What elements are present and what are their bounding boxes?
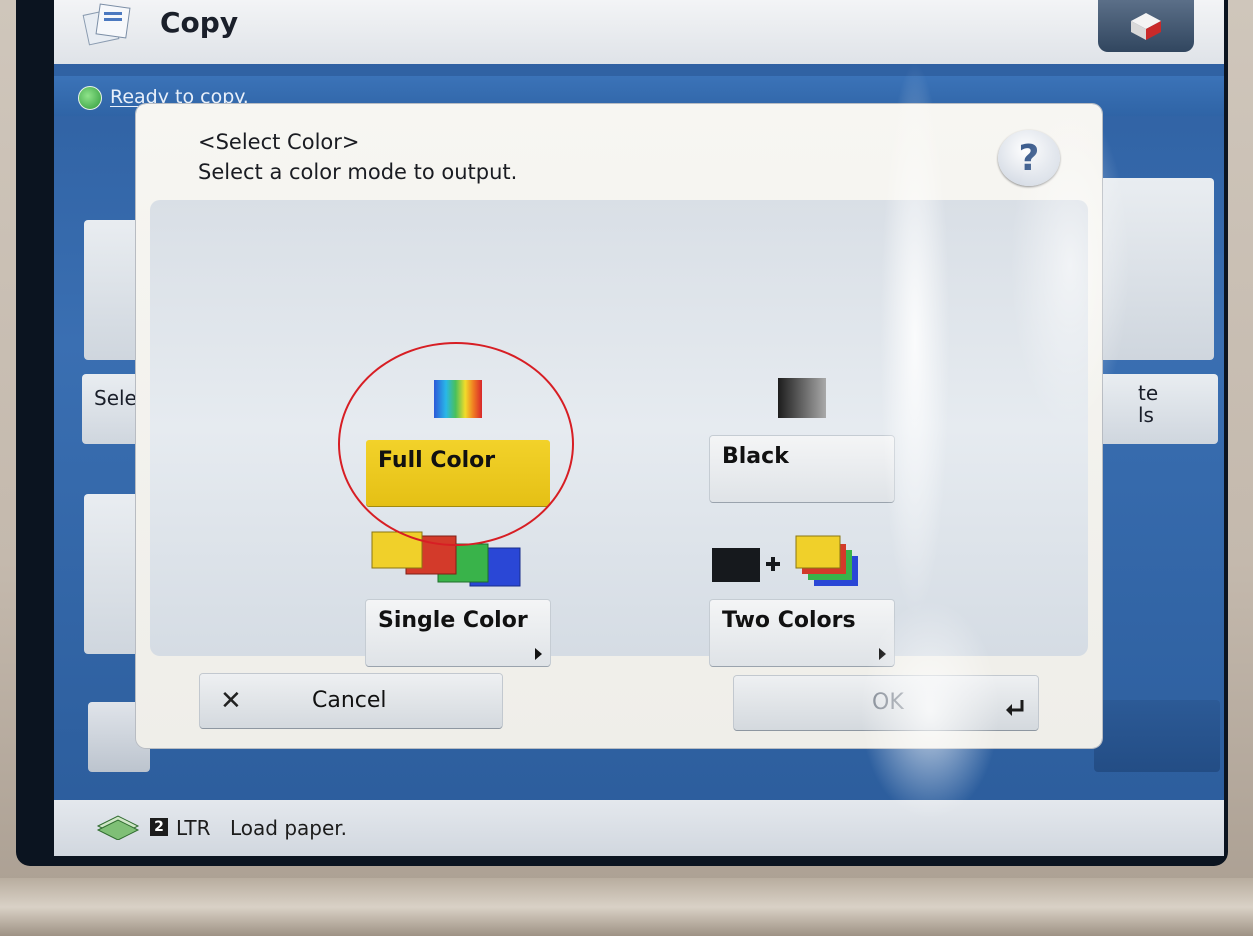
ok-button[interactable]: OK <box>734 676 1038 730</box>
paper-message: Load paper. <box>230 816 348 840</box>
close-icon: ✕ <box>220 686 242 716</box>
ok-label: OK <box>872 690 904 715</box>
black-gradient-icon <box>778 378 826 418</box>
background-panel-right <box>1094 178 1214 360</box>
paper-tray-icon <box>96 815 140 840</box>
single-color-label: Single Color <box>378 608 528 633</box>
selection-highlight-circle <box>338 342 574 546</box>
chevron-right-icon <box>535 648 542 660</box>
black-button[interactable]: Black <box>710 436 894 502</box>
tray-number-badge: 2 <box>150 818 168 836</box>
background-panel-bottom-right <box>1094 700 1220 772</box>
chevron-right-icon <box>879 648 886 660</box>
copy-app-icon <box>82 3 131 46</box>
black-label: Black <box>722 444 789 469</box>
two-colors-sheets-icon <box>712 535 858 586</box>
select-color-dialog: <Select Color> Select a color mode to ou… <box>136 104 1102 748</box>
bottom-status-bar: 2 LTR Load paper. <box>54 800 1224 856</box>
background-settings-button: te ls <box>1094 374 1218 444</box>
enter-icon <box>1006 700 1024 716</box>
two-colors-button[interactable]: Two Colors <box>710 600 894 666</box>
printer-bezel-bottom <box>0 878 1253 936</box>
cancel-label: Cancel <box>312 688 387 713</box>
help-icon[interactable]: ? <box>998 130 1060 186</box>
single-color-button[interactable]: Single Color <box>366 600 550 666</box>
status-ready-icon <box>78 86 102 110</box>
dialog-subtitle: Select a color mode to output. <box>198 160 518 184</box>
two-colors-label: Two Colors <box>722 608 856 633</box>
app-title: Copy <box>160 6 239 39</box>
top-bar: Copy <box>54 0 1224 64</box>
color-options-panel: Full Color Black Single Color Two Colors <box>150 200 1088 666</box>
paper-size: LTR <box>176 816 211 840</box>
dialog-title: <Select Color> <box>198 130 360 154</box>
cancel-button[interactable]: ✕ Cancel <box>200 674 502 728</box>
background-settings-label: te ls <box>1138 381 1159 427</box>
status-monitor-button[interactable] <box>1098 0 1194 52</box>
status-monitor-icon <box>1131 13 1161 40</box>
